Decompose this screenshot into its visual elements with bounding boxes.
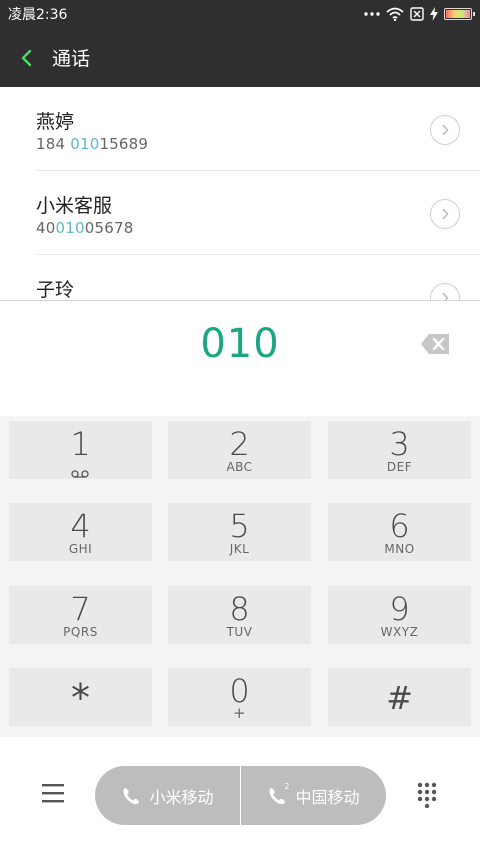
key-digit: 2 <box>229 425 250 463</box>
battery-level <box>446 10 470 18</box>
contact-detail-button[interactable] <box>430 283 460 300</box>
contact-row[interactable]: 子玲 <box>36 255 480 300</box>
back-button[interactable] <box>2 28 52 87</box>
key-digit: 5 <box>229 507 250 545</box>
key-digit: 9 <box>389 590 410 628</box>
key-digit: 1 <box>70 425 91 463</box>
menu-button[interactable] <box>40 782 66 804</box>
page-title: 通话 <box>52 48 91 70</box>
menu-icon <box>42 784 64 803</box>
number-prefix: 184 <box>36 135 71 153</box>
call-button-group: 小米移动 2 中国移动 <box>95 766 386 825</box>
key-letters: ABC <box>226 460 253 474</box>
dialpad-toggle-button[interactable] <box>416 782 438 809</box>
key-digit: * <box>71 676 90 720</box>
contact-detail-button[interactable] <box>430 115 460 145</box>
key-letters: GHI <box>68 542 93 556</box>
contact-name: 燕婷 <box>36 111 75 133</box>
contact-name: 小米客服 <box>36 195 113 217</box>
key-letters: DEF <box>386 460 413 474</box>
status-bar: 凌晨2:36 <box>0 0 480 28</box>
contact-row[interactable]: 燕婷 184 01015689 <box>36 87 480 171</box>
status-icons <box>364 7 475 21</box>
call-sim2-button[interactable]: 2 中国移动 <box>241 766 386 825</box>
dial-keypad: 1 2 ABC 3 DEF 4 GHI 5 JKL 6 MNO 7 PQRS 8… <box>0 416 480 737</box>
key-digit: 8 <box>229 590 250 628</box>
backspace-icon <box>421 334 449 354</box>
contact-row[interactable]: 小米客服 4001005678 <box>36 171 480 255</box>
number-suffix: 05678 <box>84 219 134 237</box>
sim1-label: 小米移动 <box>149 787 214 807</box>
key-hash[interactable]: # <box>328 668 471 726</box>
key-3[interactable]: 3 DEF <box>328 421 471 479</box>
wifi-icon <box>386 7 404 21</box>
key-letters: WXYZ <box>380 625 419 639</box>
key-5[interactable]: 5 JKL <box>168 503 311 561</box>
key-6[interactable]: 6 MNO <box>328 503 471 561</box>
phone-sim2-icon: 2 <box>267 782 289 806</box>
contact-number: 184 01015689 <box>36 135 148 153</box>
chevron-left-icon <box>21 49 32 66</box>
contact-number: 4001005678 <box>36 219 133 237</box>
number-match: 010 <box>55 219 85 237</box>
status-time: 凌晨2:36 <box>8 7 68 23</box>
voicemail-icon <box>71 463 89 482</box>
number-match: 010 <box>70 135 100 153</box>
key-digit: 6 <box>389 507 410 545</box>
key-star[interactable]: * <box>9 668 152 726</box>
key-letters: + <box>232 704 247 722</box>
number-suffix: 15689 <box>99 135 149 153</box>
call-sim1-button[interactable]: 小米移动 <box>95 766 241 825</box>
chevron-right-icon <box>442 208 449 220</box>
phone-sim1-icon <box>121 786 141 806</box>
key-4[interactable]: 4 GHI <box>9 503 152 561</box>
dialed-number[interactable]: 010 <box>0 321 480 367</box>
sim2-label: 中国移动 <box>295 787 360 807</box>
key-digit: 0 <box>229 672 250 710</box>
title-bar: 通话 <box>0 28 480 87</box>
key-digit: # <box>386 679 413 717</box>
chevron-right-icon <box>442 124 449 136</box>
key-8[interactable]: 8 TUV <box>168 586 311 644</box>
battery-icon <box>444 8 475 20</box>
key-digit: 7 <box>70 590 91 628</box>
chevron-right-icon <box>442 292 449 300</box>
key-2[interactable]: 2 ABC <box>168 421 311 479</box>
key-letters: PQRS <box>63 625 98 639</box>
bottom-bar: 小米移动 2 中国移动 <box>0 737 480 853</box>
key-1[interactable]: 1 <box>9 421 152 479</box>
key-letters: TUV <box>226 625 253 639</box>
dialpad-grid-icon <box>417 782 437 809</box>
contact-detail-button[interactable] <box>430 199 460 229</box>
key-letters: JKL <box>229 542 250 556</box>
key-letters: MNO <box>384 542 415 556</box>
key-digit: 4 <box>70 507 91 545</box>
number-prefix: 40 <box>36 219 56 237</box>
contact-result-list[interactable]: 燕婷 184 01015689 小米客服 4001005678 子玲 <box>0 87 480 300</box>
key-digit: 3 <box>389 425 410 463</box>
charging-icon <box>430 7 438 21</box>
more-dots-icon <box>364 11 380 17</box>
sim2-index: 2 <box>284 781 290 791</box>
number-display: 010 <box>0 300 480 416</box>
key-0[interactable]: 0 + <box>168 668 311 726</box>
backspace-button[interactable] <box>420 333 450 355</box>
key-7[interactable]: 7 PQRS <box>9 586 152 644</box>
no-sim-icon <box>410 7 424 21</box>
key-9[interactable]: 9 WXYZ <box>328 586 471 644</box>
contact-name: 子玲 <box>36 279 75 300</box>
